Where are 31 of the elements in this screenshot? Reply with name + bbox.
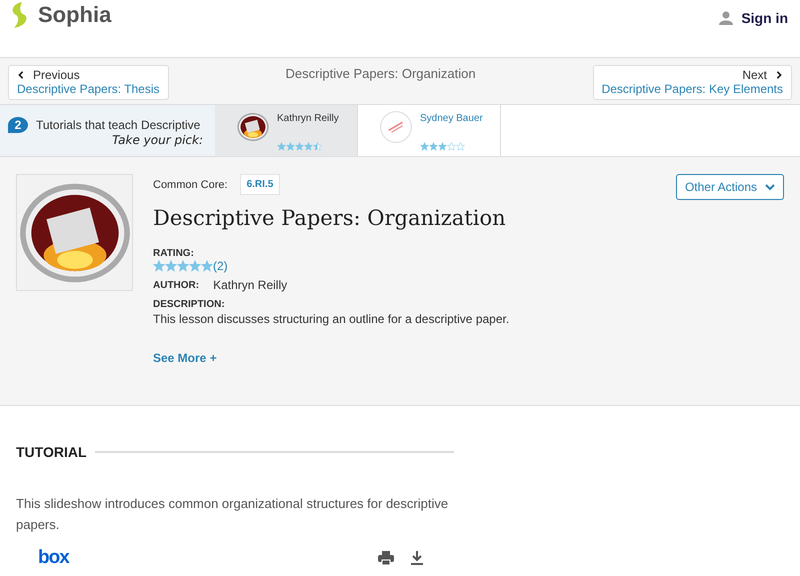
lesson-title: Descriptive Papers: Organization <box>153 206 507 230</box>
download-icon[interactable] <box>410 551 424 565</box>
tutorial-description: This slideshow introduces common organizational structures for descriptive papers. <box>16 495 450 534</box>
tutorial-card[interactable]: Kathryn Reilly <box>215 105 358 156</box>
count-badge: 2 <box>8 117 28 133</box>
see-more-link[interactable]: See More + <box>153 351 784 365</box>
previous-link[interactable]: Previous Descriptive Papers: Thesis <box>8 65 168 100</box>
rating-count[interactable]: (2) <box>213 259 228 273</box>
tutorials-text: Tutorials that teach Descriptive <box>36 118 200 132</box>
chevron-left-icon <box>17 71 25 79</box>
print-icon[interactable] <box>378 551 394 565</box>
chevron-down-icon <box>765 183 775 191</box>
pick-text: Take your pick: <box>112 133 203 147</box>
author-name: Sydney Bauer <box>420 113 483 124</box>
author-name: Kathryn Reilly <box>277 113 339 124</box>
section-heading: TUTORIAL <box>16 444 87 460</box>
other-actions-button[interactable]: Other Actions <box>676 174 784 200</box>
logo[interactable]: Sophia <box>38 2 112 28</box>
next-link[interactable]: Next Descriptive Papers: Key Elements <box>592 65 792 100</box>
description-label: DESCRIPTION: <box>153 299 226 310</box>
standard-tag[interactable]: 6.RI.5 <box>240 174 280 195</box>
rating-label: RATING: <box>153 248 195 259</box>
viewer-logo: box <box>38 547 69 569</box>
person-icon <box>719 11 734 25</box>
author-label: AUTHOR: <box>153 280 200 290</box>
current-lesson-title: Descriptive Papers: Organization <box>286 66 476 81</box>
common-core-label: Common Core: <box>153 178 228 190</box>
author-name: Kathryn Reilly <box>213 278 288 292</box>
lesson-description: This lesson discusses structuring an outline for a descriptive paper. <box>153 312 510 326</box>
chevron-right-icon <box>775 71 783 79</box>
sign-in-link[interactable]: Sign in <box>719 10 788 26</box>
